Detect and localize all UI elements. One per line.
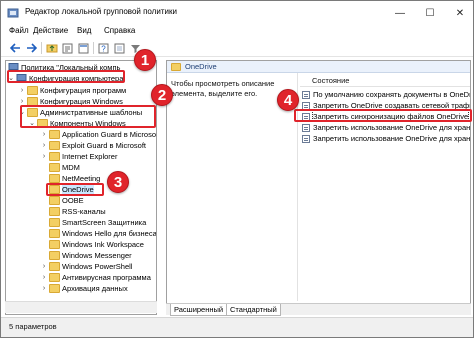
folder-icon <box>49 273 60 282</box>
policy-row[interactable]: Запретить использование OneDrive для хра… <box>300 134 471 144</box>
policy-setting-icon <box>302 135 310 143</box>
toolbar-separator <box>93 42 94 54</box>
chevron-right-icon[interactable]: › <box>40 261 48 272</box>
back-arrow-icon[interactable] <box>9 42 22 54</box>
folder-icon <box>49 229 60 238</box>
tree-label: OOBE <box>62 196 84 205</box>
details-header-title: OneDrive <box>185 62 217 71</box>
folder-icon <box>49 174 60 183</box>
window-title: Редактор локальной групповой политики <box>25 7 177 16</box>
gpedit-app-icon <box>7 7 19 19</box>
folder-icon <box>49 240 60 249</box>
folder-icon <box>49 196 60 205</box>
menu-view[interactable]: Вид <box>77 26 91 35</box>
policy-label: По умолчанию сохранять документы в OneDr… <box>313 90 471 99</box>
status-bar: 5 параметров <box>1 317 473 337</box>
menu-help[interactable]: Справка <box>104 26 135 35</box>
highlight-computer-config <box>7 70 125 83</box>
chevron-right-icon[interactable]: › <box>40 283 48 294</box>
tree-label: Windows Hello для бизнеса <box>62 229 157 238</box>
folder-up-icon[interactable] <box>45 42 58 54</box>
tree-label: Exploit Guard в Microsoft <box>62 141 147 150</box>
details-header: OneDrive <box>167 61 470 73</box>
folder-icon <box>49 152 60 161</box>
menu-bar: Файл Действие Вид Справка <box>1 25 473 39</box>
folder-icon <box>49 130 60 139</box>
chevron-right-icon[interactable]: › <box>18 85 26 96</box>
chevron-right-icon[interactable]: › <box>40 140 48 151</box>
menu-file[interactable]: Файл <box>9 26 29 35</box>
folder-icon <box>49 218 60 227</box>
toolbar-separator <box>41 42 42 54</box>
policy-row[interactable]: По умолчанию сохранять документы в OneDr… <box>300 90 471 100</box>
gpedit-window: Редактор локальной групповой политики — … <box>0 0 474 338</box>
folder-icon <box>49 141 60 150</box>
chevron-right-icon[interactable]: › <box>40 272 48 283</box>
details-pane: OneDrive Чтобы просмотреть описание элем… <box>166 60 471 315</box>
callout-4: 4 <box>277 89 299 111</box>
column-header-label: Состояние <box>312 76 350 85</box>
policy-label: Запретить использование OneDrive для хра… <box>313 123 471 132</box>
policy-label: Запретить использование OneDrive для хра… <box>313 134 471 143</box>
tree-label: Windows Messenger <box>62 251 132 260</box>
chevron-right-icon[interactable]: › <box>40 151 48 162</box>
toolbar: ? <box>1 39 473 57</box>
tree-label: Windows Ink Workspace <box>62 240 144 249</box>
highlight-onedrive <box>46 183 104 196</box>
tree-horizontal-scrollbar[interactable] <box>5 301 157 313</box>
tab-standard[interactable]: Стандартный <box>226 304 281 316</box>
policy-setting-icon <box>302 124 310 132</box>
tree-label: Конфигурация программ <box>40 86 127 95</box>
tree-label: MDM <box>62 163 80 172</box>
policy-row[interactable]: Запретить использование OneDrive для хра… <box>300 123 471 133</box>
folder-icon <box>49 251 60 260</box>
folder-icon <box>27 86 38 95</box>
tab-extended[interactable]: Расширенный <box>170 304 228 316</box>
tree-label: Архивация данных <box>62 284 128 293</box>
maximize-button[interactable]: ☐ <box>415 1 445 25</box>
help-icon[interactable]: ? <box>97 42 110 54</box>
callout-3: 3 <box>107 171 129 193</box>
tree-label: Windows PowerShell <box>62 262 133 271</box>
callout-2: 2 <box>151 84 173 106</box>
tree-label: SmartScreen Защитника <box>62 218 147 227</box>
view-tabs: Расширенный Стандартный <box>166 303 471 316</box>
highlight-admin-templates <box>20 105 156 128</box>
folder-icon <box>49 207 60 216</box>
callout-1: 1 <box>134 49 156 71</box>
status-text: 5 параметров <box>9 322 57 331</box>
title-bar: Редактор локальной групповой политики — … <box>1 1 473 25</box>
tree-label: RSS-каналы <box>62 207 106 216</box>
tree-label: Антивирусная программа <box>62 273 151 282</box>
tree-label: Application Guard в Microsoft <box>62 130 157 139</box>
folder-icon <box>49 262 60 271</box>
close-button[interactable]: ✕ <box>445 1 473 25</box>
menu-action[interactable]: Действие <box>33 26 68 35</box>
svg-text:?: ? <box>101 44 106 53</box>
folder-icon <box>49 163 60 172</box>
policy-setting-icon <box>302 91 310 99</box>
tree-label: Internet Explorer <box>62 152 118 161</box>
minimize-button[interactable]: — <box>385 1 415 25</box>
pane-divider[interactable] <box>297 73 298 301</box>
folder-icon <box>171 63 181 71</box>
chevron-right-icon[interactable]: › <box>40 129 48 140</box>
highlight-prevent-sync <box>294 109 472 122</box>
folder-icon <box>49 284 60 293</box>
column-header-state[interactable]: Состояние <box>300 74 470 87</box>
export-icon[interactable] <box>77 42 90 54</box>
forward-arrow-icon[interactable] <box>25 42 38 54</box>
properties-icon[interactable] <box>61 42 74 54</box>
view-icon[interactable] <box>113 42 126 54</box>
